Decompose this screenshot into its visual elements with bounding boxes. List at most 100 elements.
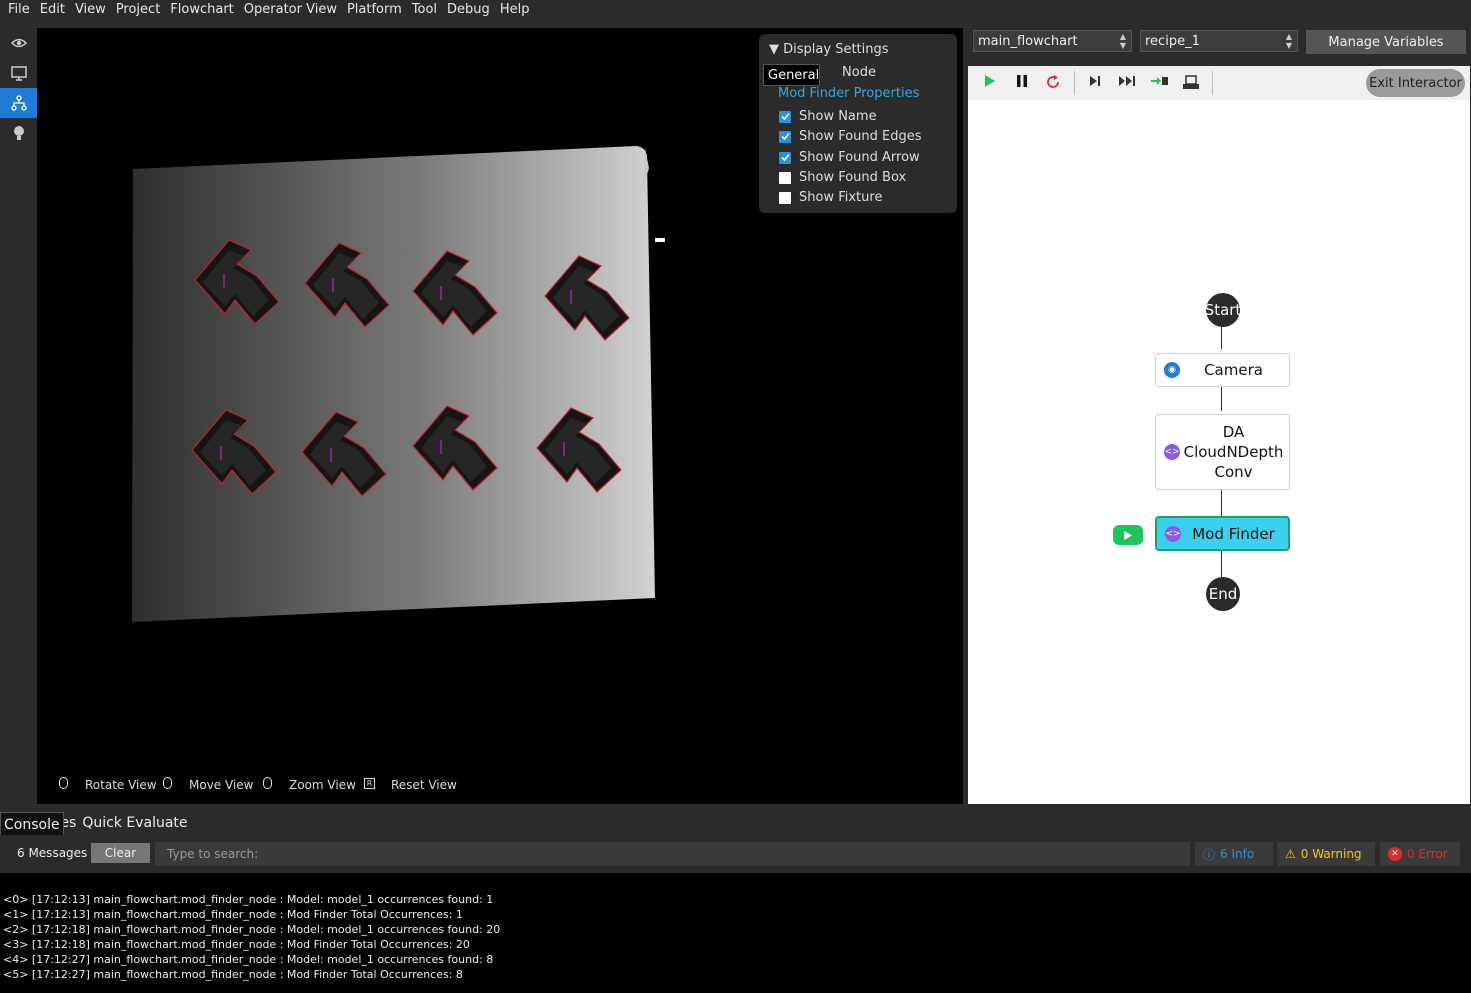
detection-label: model_1 bbox=[221, 451, 255, 459]
run-to-node-icon[interactable] bbox=[1150, 74, 1170, 88]
r-key-icon: R bbox=[364, 778, 375, 789]
menu-flowchart[interactable]: Flowchart bbox=[170, 2, 233, 17]
flowchart-canvas[interactable]: Start ◉ Camera <> DA CloudNDepth Conv <>… bbox=[968, 100, 1470, 804]
log-line: <3> [17:12:18] main_flowchart.mod_finder… bbox=[3, 938, 470, 951]
flowchart-panel: main_flowchart ▲ ▼ recipe_1 ▲ ▼ Manage Varia… bbox=[968, 28, 1471, 804]
menu-platform[interactable]: Platform bbox=[347, 2, 402, 17]
checkbox-show-found-arrow[interactable] bbox=[779, 151, 791, 164]
mod-finder-node[interactable]: <> Mod Finder bbox=[1155, 516, 1290, 551]
mouse-left-icon bbox=[59, 777, 68, 789]
display-settings-title: Display Settings bbox=[783, 42, 889, 57]
warning-count: 0 Warning bbox=[1300, 847, 1362, 861]
menu-project[interactable]: Project bbox=[116, 2, 160, 17]
show-found-edges-option[interactable]: Show Found Edges bbox=[779, 129, 922, 144]
show-found-arrow-option[interactable]: Show Found Arrow bbox=[779, 150, 920, 165]
warning-filter[interactable]: ⚠ 0 Warning bbox=[1277, 842, 1375, 866]
toolbar-divider bbox=[1074, 71, 1075, 95]
display-settings-header[interactable]: ▼ Display Settings bbox=[769, 42, 889, 57]
console-area: ▲ Console Recipes Quick Evaluate 6 Messa… bbox=[0, 810, 1471, 993]
detection-label: model_1 bbox=[331, 453, 365, 461]
checkbox-show-name[interactable] bbox=[779, 110, 791, 123]
rotate-view-hint: Rotate View bbox=[85, 778, 157, 792]
show-found-arrow-label: Show Found Arrow bbox=[799, 150, 920, 165]
checkbox-show-fixture[interactable] bbox=[779, 191, 791, 204]
show-fixture-option[interactable]: Show Fixture bbox=[779, 190, 882, 205]
menu-operator-view[interactable]: Operator View bbox=[244, 2, 337, 17]
detection-label: model_1 bbox=[564, 449, 598, 457]
connector bbox=[1221, 551, 1222, 577]
start-node[interactable]: Start bbox=[1205, 293, 1241, 327]
step-icon[interactable] bbox=[1088, 74, 1102, 88]
menu-bar: File Edit View Project Flowchart Operato… bbox=[0, 0, 1471, 18]
flowchart-icon[interactable] bbox=[0, 88, 37, 118]
connector bbox=[1221, 327, 1222, 349]
show-fixture-label: Show Fixture bbox=[799, 190, 883, 205]
error-icon: ✕ bbox=[1388, 847, 1402, 861]
checkbox-show-found-edges[interactable] bbox=[779, 130, 791, 143]
recipe-select[interactable]: recipe_1 ▲ ▼ bbox=[1140, 30, 1298, 52]
checkbox-show-found-box[interactable] bbox=[779, 171, 791, 184]
collapse-triangle-icon[interactable]: ▼ bbox=[769, 42, 783, 57]
mod-finder-properties-heading: Mod Finder Properties bbox=[778, 86, 920, 101]
menu-debug[interactable]: Debug bbox=[447, 2, 490, 17]
conv-node[interactable]: <> DA CloudNDepth Conv bbox=[1155, 414, 1290, 490]
conv-label-line: CloudNDepth bbox=[1183, 443, 1284, 461]
search-input[interactable]: Type to search: bbox=[155, 842, 1190, 866]
recipe-select-value: recipe_1 bbox=[1145, 33, 1200, 49]
toolbar-divider bbox=[1212, 71, 1213, 95]
conv-label-line: Conv bbox=[1214, 463, 1253, 481]
detection-label: model_1 bbox=[224, 281, 258, 289]
reset-view-hint: Reset View bbox=[391, 778, 457, 792]
console-controls: 6 Messages Clear Type to search: ⓘ 6 Info… bbox=[0, 835, 1471, 873]
exit-interactor-button[interactable]: Exit Interactor bbox=[1366, 69, 1465, 97]
menu-help[interactable]: Help bbox=[500, 2, 530, 17]
connector bbox=[1221, 490, 1222, 516]
warning-icon: ⚠ bbox=[1285, 847, 1296, 861]
current-node-play-icon[interactable] bbox=[1113, 525, 1143, 545]
restart-icon[interactable] bbox=[1045, 74, 1061, 90]
menu-tool[interactable]: Tool bbox=[412, 2, 437, 17]
display-settings-tabs: Node General bbox=[763, 62, 955, 86]
code-icon: <> bbox=[1164, 444, 1180, 460]
log-line: <0> [17:12:13] main_flowchart.mod_finder… bbox=[3, 893, 494, 906]
menu-file[interactable]: File bbox=[8, 2, 30, 17]
camera-node[interactable]: ◉ Camera bbox=[1155, 353, 1290, 387]
mouse-wheel-icon bbox=[263, 777, 272, 789]
detection-label: model_1 bbox=[333, 284, 367, 292]
left-sidebar bbox=[0, 28, 37, 804]
tab-quick-evaluate[interactable]: Quick Evaluate bbox=[79, 810, 190, 835]
flowchart-select-value: main_flowchart bbox=[978, 33, 1078, 49]
move-view-hint: Move View bbox=[189, 778, 254, 792]
show-found-box-option[interactable]: Show Found Box bbox=[779, 170, 906, 185]
fast-forward-icon[interactable] bbox=[1118, 74, 1136, 88]
select-arrows-icon: ▲ ▼ bbox=[1285, 32, 1292, 50]
info-filter[interactable]: ⓘ 6 Info bbox=[1195, 842, 1273, 866]
info-icon: ⓘ bbox=[1203, 847, 1216, 862]
show-found-box-label: Show Found Box bbox=[799, 170, 907, 185]
menu-view[interactable]: View bbox=[75, 2, 106, 17]
eye-icon[interactable] bbox=[0, 28, 37, 58]
play-icon[interactable] bbox=[984, 74, 996, 88]
show-found-edges-label: Show Found Edges bbox=[799, 129, 922, 144]
monitor-icon[interactable] bbox=[0, 58, 37, 88]
tab-general[interactable]: General bbox=[763, 64, 821, 86]
tab-console[interactable]: Console bbox=[0, 812, 64, 837]
show-name-label: Show Name bbox=[799, 109, 877, 124]
clear-button[interactable]: Clear bbox=[91, 843, 150, 863]
log-line: <1> [17:12:13] main_flowchart.mod_finder… bbox=[3, 908, 463, 921]
error-filter[interactable]: ✕ 0 Error bbox=[1380, 842, 1460, 866]
menu-edit[interactable]: Edit bbox=[40, 2, 65, 17]
run-toolbar: Exit Interactor bbox=[968, 66, 1470, 100]
lightbulb-icon[interactable] bbox=[0, 118, 37, 148]
flowchart-select[interactable]: main_flowchart ▲ ▼ bbox=[973, 30, 1132, 52]
manage-variables-button[interactable]: Manage Variables bbox=[1306, 30, 1466, 54]
pause-icon[interactable] bbox=[1016, 74, 1028, 88]
camera-icon: ◉ bbox=[1164, 362, 1180, 378]
end-node[interactable]: End bbox=[1206, 577, 1240, 611]
3d-viewport[interactable]: model_1 model_1 model_1 model_1 model_1 … bbox=[37, 28, 963, 804]
display-settings-panel: ▼ Display Settings Node General Mod Find… bbox=[759, 34, 957, 213]
bottom-tabs: ▲ Console Recipes Quick Evaluate bbox=[0, 810, 1471, 837]
show-name-option[interactable]: Show Name bbox=[779, 109, 877, 124]
connector bbox=[1221, 387, 1222, 411]
robot-icon[interactable] bbox=[1182, 74, 1200, 90]
